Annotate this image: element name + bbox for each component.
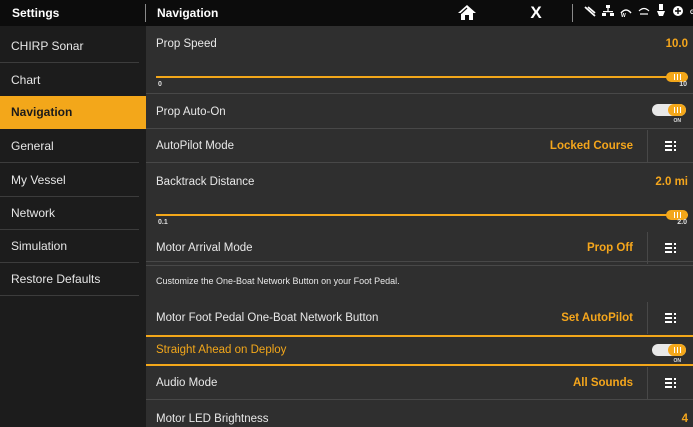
info-text: Customize the One-Boat Network Button on… xyxy=(156,276,400,286)
settings-panel: Prop Speed 10.0 0 10 Prop Auto-On ON Aut… xyxy=(146,26,693,427)
foot-pedal-button-value: Set AutoPilot xyxy=(561,312,633,324)
prop-auto-on-toggle[interactable] xyxy=(652,104,686,116)
sidebar-item-my-vessel[interactable]: My Vessel xyxy=(0,164,139,197)
sidebar-item-chart[interactable]: Chart xyxy=(0,64,139,97)
motor-led-brightness-label: Motor LED Brightness xyxy=(156,413,269,425)
autopilot-mode-label: AutoPilot Mode xyxy=(156,140,234,152)
audio-mode-value: All Sounds xyxy=(572,377,633,389)
prop-auto-on-state: ON xyxy=(673,118,682,124)
autopilot-mode-value: Locked Course xyxy=(549,140,633,152)
signal-icon xyxy=(584,5,596,22)
autopilot-icon xyxy=(656,4,666,22)
audio-mode-row[interactable]: Audio Mode All Sounds xyxy=(146,366,693,400)
status-icons: W GP xyxy=(584,4,693,22)
backtrack-distance-max: 2.0 xyxy=(677,219,687,226)
prop-auto-on-row[interactable]: Prop Auto-On ON xyxy=(146,94,693,129)
settings-title: Settings xyxy=(12,6,60,20)
sidebar-item-chirp-sonar[interactable]: CHIRP Sonar xyxy=(0,30,139,63)
list-menu-icon xyxy=(665,141,676,151)
backtrack-distance-value: 2.0 mi xyxy=(655,176,688,188)
audio-mode-menu-button[interactable] xyxy=(647,367,693,399)
sidebar-item-restore-defaults[interactable]: Restore Defaults xyxy=(0,263,139,296)
list-menu-icon xyxy=(665,378,676,388)
prop-speed-min: 0 xyxy=(158,81,162,88)
sidebar-item-simulation[interactable]: Simulation xyxy=(0,230,139,263)
list-menu-icon xyxy=(665,243,676,253)
wifi-icon: W xyxy=(620,5,632,22)
motor-arrival-mode-value: Prop Off xyxy=(587,242,633,254)
backtrack-distance-slider[interactable] xyxy=(156,214,688,216)
home-icon[interactable] xyxy=(456,3,478,23)
svg-text:W: W xyxy=(621,13,626,17)
backtrack-distance-label: Backtrack Distance xyxy=(156,176,255,188)
foot-pedal-button-label: Motor Foot Pedal One-Boat Network Button xyxy=(156,312,379,324)
header-divider xyxy=(145,4,146,22)
prop-speed-row: Prop Speed 10.0 0 10 xyxy=(146,26,693,94)
autopilot-mode-menu-button[interactable] xyxy=(647,130,693,162)
straight-ahead-row[interactable]: Straight Ahead on Deploy ON xyxy=(146,337,693,364)
page-title: Navigation xyxy=(157,6,219,20)
motor-arrival-mode-label: Motor Arrival Mode xyxy=(156,242,253,254)
prop-speed-slider[interactable] xyxy=(156,76,688,78)
sidebar-item-navigation[interactable]: Navigation xyxy=(0,96,153,129)
foot-pedal-button-menu-button[interactable] xyxy=(647,302,693,334)
straight-ahead-label: Straight Ahead on Deploy xyxy=(156,344,287,356)
backtrack-distance-min: 0.1 xyxy=(158,219,168,226)
autopilot-mode-row[interactable]: AutoPilot Mode Locked Course xyxy=(146,129,693,163)
prop-speed-label: Prop Speed xyxy=(156,38,217,50)
audio-mode-label: Audio Mode xyxy=(156,377,218,389)
straight-ahead-toggle[interactable] xyxy=(652,344,686,356)
prop-auto-on-label: Prop Auto-On xyxy=(156,106,226,118)
motor-led-brightness-value: 4 xyxy=(681,413,688,425)
top-bar: Settings Navigation X W GP xyxy=(0,0,693,26)
info-row: Customize the One-Boat Network Button on… xyxy=(146,266,693,297)
vessel-icon xyxy=(638,5,650,22)
foot-pedal-button-row[interactable]: Motor Foot Pedal One-Boat Network Button… xyxy=(146,301,693,336)
close-button[interactable]: X xyxy=(525,2,547,24)
sidebar: CHIRP Sonar Chart Navigation General My … xyxy=(0,26,153,427)
sidebar-item-network[interactable]: Network xyxy=(0,197,139,230)
motor-arrival-mode-menu-button[interactable] xyxy=(647,232,693,264)
motor-led-brightness-row[interactable]: Motor LED Brightness 4 xyxy=(146,400,693,427)
motor-arrival-mode-row[interactable]: Motor Arrival Mode Prop Off xyxy=(146,230,693,266)
header-divider-2 xyxy=(572,4,573,22)
prop-speed-value: 10.0 xyxy=(665,38,688,50)
list-menu-icon xyxy=(665,313,676,323)
gps-icon xyxy=(672,5,684,22)
prop-speed-max: 10 xyxy=(679,81,687,88)
sidebar-item-general[interactable]: General xyxy=(0,130,139,163)
network-icon xyxy=(602,4,614,22)
